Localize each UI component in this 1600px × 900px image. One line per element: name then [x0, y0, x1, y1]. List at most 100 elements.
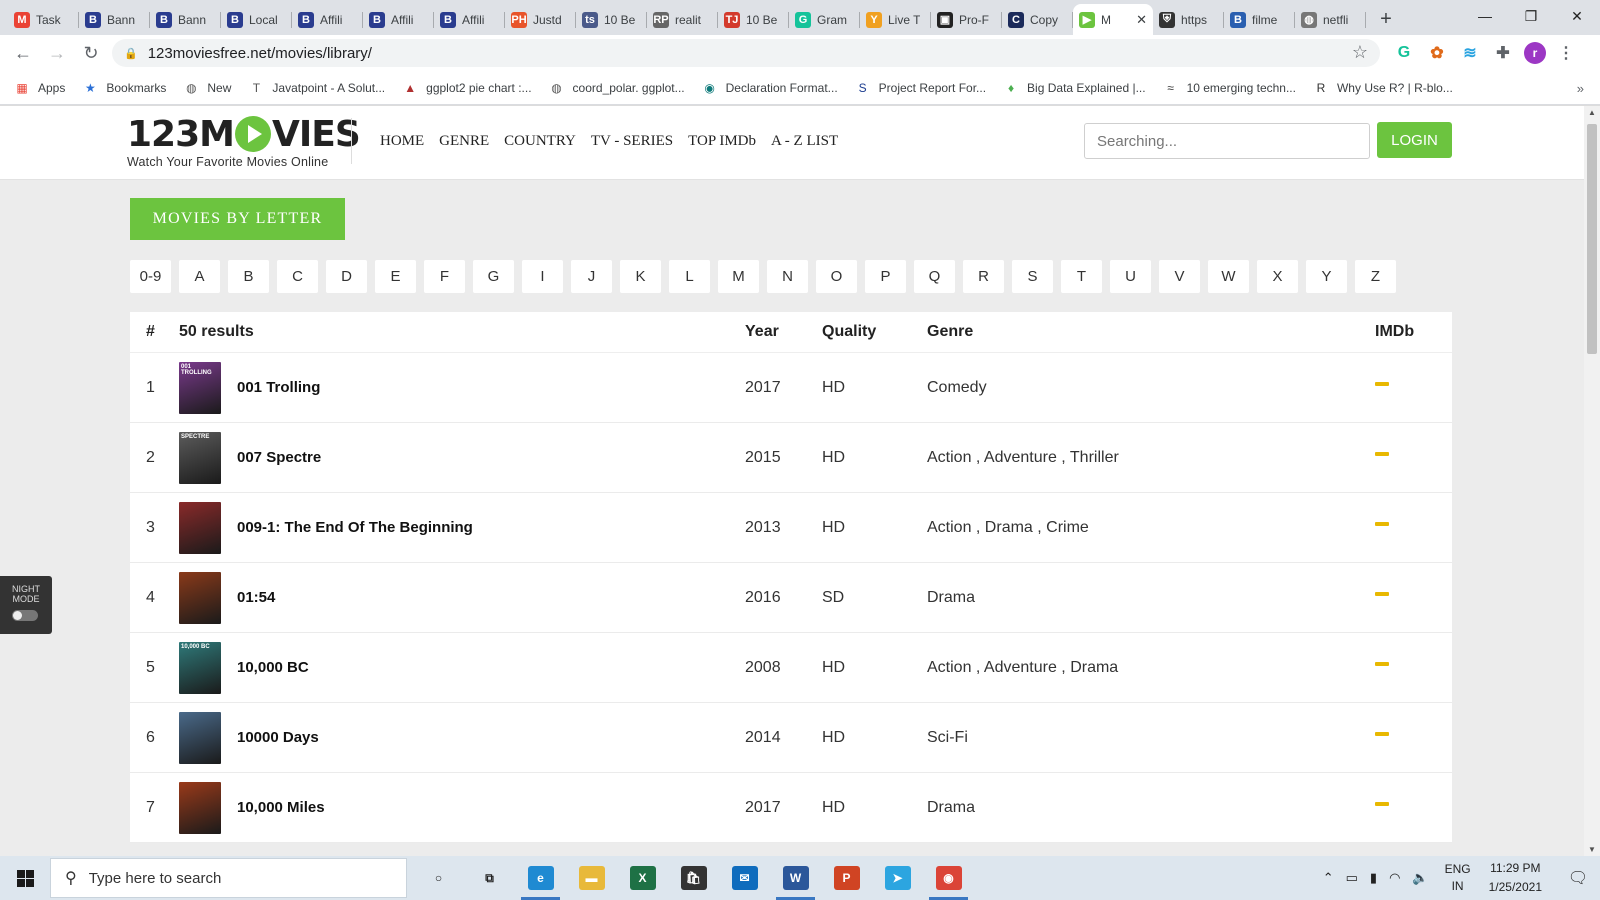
- letter-button[interactable]: Y: [1306, 260, 1347, 293]
- letter-button[interactable]: L: [669, 260, 710, 293]
- tray-overflow-icon[interactable]: ⌃: [1323, 870, 1334, 886]
- powerpoint-taskbar-button[interactable]: P: [821, 856, 872, 900]
- browser-tab[interactable]: TJ 10 Be: [718, 4, 789, 35]
- bookmark-item[interactable]: ★ Bookmarks: [82, 80, 166, 96]
- browser-tab[interactable]: B Bann: [150, 4, 221, 35]
- puzzle-icon[interactable]: ✚: [1492, 42, 1514, 64]
- letter-button[interactable]: K: [620, 260, 661, 293]
- browser-tab[interactable]: B Affili: [292, 4, 363, 35]
- browser-tab[interactable]: ▶ M ✕: [1073, 4, 1153, 35]
- edge-taskbar-button[interactable]: e: [515, 856, 566, 900]
- movie-poster[interactable]: [179, 571, 221, 624]
- movie-title-link[interactable]: 10,000 BC: [237, 659, 309, 676]
- bookmark-item[interactable]: ≈10 emerging techn...: [1163, 80, 1296, 96]
- site-search-input[interactable]: [1084, 123, 1370, 159]
- mail-taskbar-button[interactable]: ✉: [719, 856, 770, 900]
- excel-taskbar-button[interactable]: X: [617, 856, 668, 900]
- browser-tab[interactable]: B Affili: [363, 4, 434, 35]
- site-logo[interactable]: 123M VIES Watch Your Favorite Movies Onl…: [127, 112, 361, 170]
- table-row[interactable]: 7 10,000 Miles 2017 HD Drama: [130, 773, 1452, 843]
- letter-button[interactable]: T: [1061, 260, 1102, 293]
- table-row[interactable]: 5 10,000 BC 10,000 BC 2008 HD Action , Advent…: [130, 633, 1452, 703]
- menu-dots-icon[interactable]: ⋮: [1555, 42, 1577, 64]
- tab-close-icon[interactable]: ✕: [1136, 12, 1147, 28]
- letter-button[interactable]: N: [767, 260, 808, 293]
- movie-title-link[interactable]: 10000 Days: [237, 729, 319, 746]
- flower-ext-icon[interactable]: ✿: [1426, 42, 1448, 64]
- letter-button[interactable]: 0-9: [130, 260, 171, 293]
- letter-button[interactable]: Z: [1355, 260, 1396, 293]
- task-view-taskbar-button[interactable]: ⧉: [464, 856, 515, 900]
- letter-button[interactable]: P: [865, 260, 906, 293]
- movie-title-link[interactable]: 009-1: The End Of The Beginning: [237, 519, 473, 536]
- cortana-taskbar-button[interactable]: ○: [413, 856, 464, 900]
- nav-link[interactable]: A - Z LIST: [771, 133, 838, 150]
- meet-now-icon[interactable]: ▭: [1346, 870, 1358, 886]
- scroll-up-icon[interactable]: ▲: [1584, 108, 1600, 117]
- browser-tab[interactable]: ▣ Pro-F: [931, 4, 1002, 35]
- wifi-icon[interactable]: ◠: [1389, 870, 1400, 886]
- letter-button[interactable]: R: [963, 260, 1004, 293]
- movie-poster[interactable]: SPECTRE: [179, 431, 221, 484]
- bookmark-item[interactable]: ◍ New: [183, 80, 231, 96]
- language-indicator[interactable]: ENG IN: [1445, 861, 1471, 895]
- browser-tab[interactable]: ts 10 Be: [576, 4, 647, 35]
- browser-tab[interactable]: ◍ netfli: [1295, 4, 1366, 35]
- page-scrollbar[interactable]: ▲ ▼: [1584, 106, 1600, 856]
- movie-title-link[interactable]: 01:54: [237, 589, 275, 606]
- word-taskbar-button[interactable]: W: [770, 856, 821, 900]
- letter-button[interactable]: G: [473, 260, 514, 293]
- table-row[interactable]: 6 10000 Days 2014 HD Sci-Fi: [130, 703, 1452, 773]
- back-button[interactable]: ←: [6, 43, 40, 64]
- movie-poster[interactable]: [179, 501, 221, 554]
- table-row[interactable]: 3 009-1: The End Of The Beginning 2013 HD Ac…: [130, 493, 1452, 563]
- maximize-button[interactable]: ❐: [1508, 0, 1554, 32]
- table-row[interactable]: 4 01:54 2016 SD Drama: [130, 563, 1452, 633]
- letter-button[interactable]: V: [1159, 260, 1200, 293]
- table-row[interactable]: 2 SPECTRE 007 Spectre 2015 HD Action , Advent…: [130, 423, 1452, 493]
- bookmark-item[interactable]: ▦ Apps: [14, 80, 65, 96]
- nav-link[interactable]: HOME: [380, 133, 424, 150]
- letter-button[interactable]: J: [571, 260, 612, 293]
- start-button[interactable]: [0, 856, 50, 900]
- bookmark-item[interactable]: R Why Use R? | R-blo...: [1313, 80, 1453, 96]
- letter-button[interactable]: B: [228, 260, 269, 293]
- telegram-taskbar-button[interactable]: ➤: [872, 856, 923, 900]
- letter-button[interactable]: A: [179, 260, 220, 293]
- letter-button[interactable]: D: [326, 260, 367, 293]
- letter-button[interactable]: S: [1012, 260, 1053, 293]
- close-window-button[interactable]: ✕: [1554, 0, 1600, 32]
- bookmark-item[interactable]: ▲ ggplot2 pie chart :...: [402, 80, 531, 96]
- nav-link[interactable]: COUNTRY: [504, 133, 576, 150]
- scroll-down-icon[interactable]: ▼: [1584, 845, 1600, 854]
- address-bar[interactable]: 🔒 123moviesfree.net/movies/library/ ☆: [112, 39, 1380, 67]
- letter-button[interactable]: X: [1257, 260, 1298, 293]
- nav-link[interactable]: TOP IMDb: [688, 133, 756, 150]
- browser-tab[interactable]: PH Justd: [505, 4, 576, 35]
- bookmark-item[interactable]: ♦ Big Data Explained |...: [1003, 80, 1146, 96]
- browser-tab[interactable]: G Gram: [789, 4, 860, 35]
- night-mode-toggle[interactable]: [12, 610, 38, 621]
- grammarly-ext-icon[interactable]: G: [1393, 42, 1415, 64]
- bookmarks-overflow-button[interactable]: »: [1577, 81, 1584, 96]
- profile-avatar[interactable]: r: [1524, 42, 1546, 64]
- forward-button[interactable]: →: [40, 43, 74, 64]
- bookmark-star-icon[interactable]: ☆: [1352, 42, 1368, 63]
- volume-icon[interactable]: 🔈: [1412, 870, 1428, 886]
- browser-tab[interactable]: B Bann: [79, 4, 150, 35]
- nav-link[interactable]: TV - SERIES: [591, 133, 673, 150]
- browser-tab[interactable]: Y Live T: [860, 4, 931, 35]
- letter-button[interactable]: Q: [914, 260, 955, 293]
- nav-link[interactable]: GENRE: [439, 133, 489, 150]
- wave-ext-icon[interactable]: ≋: [1459, 42, 1481, 64]
- clock[interactable]: 11:29 PM 1/25/2021: [1489, 859, 1542, 897]
- movie-poster[interactable]: 001 TROLLING: [179, 361, 221, 414]
- minimize-button[interactable]: —: [1462, 0, 1508, 32]
- battery-icon[interactable]: ▮: [1370, 870, 1377, 886]
- movie-poster[interactable]: [179, 711, 221, 764]
- letter-button[interactable]: O: [816, 260, 857, 293]
- chrome-taskbar-button[interactable]: ◉: [923, 856, 974, 900]
- browser-tab[interactable]: B Affili: [434, 4, 505, 35]
- browser-tab[interactable]: M Task: [8, 4, 79, 35]
- letter-button[interactable]: C: [277, 260, 318, 293]
